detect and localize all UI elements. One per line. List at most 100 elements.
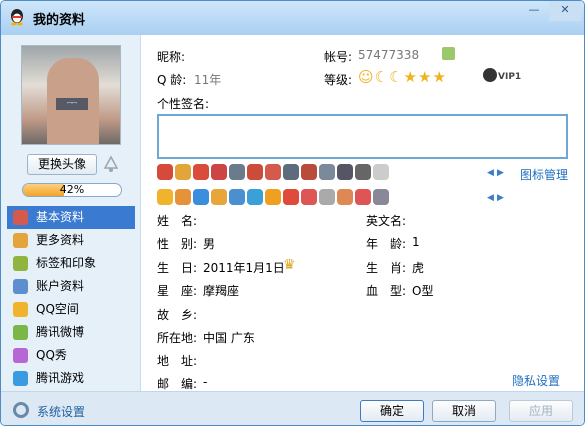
level-label: 等级: [324,73,353,87]
badge-icon[interactable] [373,189,389,205]
badge-icon[interactable] [337,189,353,205]
change-avatar-button[interactable]: 更换头像 [27,154,97,175]
sidebar-item-label: 基本资料 [36,210,85,224]
star-icon: ★ [403,68,418,86]
postcode-label: 邮 编: [157,377,198,391]
icon-manage-link[interactable]: 图标管理 [520,166,568,183]
vip-label: VIP1 [498,72,522,82]
badge-icon[interactable] [301,189,317,205]
side-nav: 基本资料更多资料标签和印象账户资料 QQ空间腾讯微博 QQ秀腾讯游戏 [1,206,141,390]
badge-icon[interactable] [319,189,335,205]
avatar[interactable]: ꟷꟷ [21,45,121,145]
icon-row-2 [157,189,391,207]
badge-icon[interactable] [193,189,209,205]
progress-label: 42% [59,183,85,196]
system-settings-link[interactable]: 系统设置 [37,403,85,420]
address-label: 地 址: [157,354,198,368]
badge-icon[interactable] [175,189,191,205]
badge-icon[interactable] [229,164,245,180]
badge-icon[interactable] [157,189,173,205]
qq-age-value: 11年 [194,73,222,87]
account-icon [13,279,28,294]
icon-prev-arrow[interactable]: ◀ [487,168,494,178]
apply-button[interactable]: 应用 [509,400,573,422]
sidebar-item[interactable]: 更多资料 [1,229,141,252]
window-title: 我的资料 [33,13,86,28]
badge-icon[interactable] [283,164,299,180]
bell-icon[interactable] [101,154,121,174]
icon-next-arrow[interactable]: ▶ [497,193,504,203]
badge-icon[interactable] [319,164,335,180]
ok-button[interactable]: 确定 [360,400,424,422]
badge-icon[interactable] [337,164,353,180]
birthday-value: 2011年1月1日 [203,261,285,275]
sidebar-item[interactable]: 账户资料 [1,275,141,298]
sidebar-item[interactable]: 基本资料 [7,206,135,229]
badge-icon[interactable] [265,189,281,205]
badge-icon[interactable] [211,189,227,205]
gender-label: 性 别: [157,237,198,251]
account-value: 57477338 [358,48,420,62]
badge-icon[interactable] [373,164,389,180]
badge-icon[interactable] [193,164,209,180]
qq-logo-icon [11,9,23,26]
content-area: ꟷꟷ 更换头像 42% 基本资料更多资料标签和印象账户资料 QQ空间腾讯微博 QQ秀… [1,35,584,391]
sidebar-item[interactable]: 腾讯游戏 [1,367,141,390]
birthday-label: 生 日: [157,261,198,275]
sidebar-item-label: 更多资料 [36,233,85,247]
level-icons[interactable]: ☺☾☾★★★ [358,68,447,86]
badge-icon[interactable] [301,164,317,180]
badge-icon[interactable] [283,189,299,205]
sidebar-item[interactable]: 标签和印象 [1,252,141,275]
hometown-label: 故 乡: [157,308,198,322]
edit-icon[interactable] [442,47,455,60]
badge-icon[interactable] [211,164,227,180]
badge-icon[interactable] [355,164,371,180]
sidebar-item-label: 标签和印象 [36,256,97,270]
icon-row-1 [157,164,391,182]
minimize-button[interactable]: — [522,1,546,21]
zodiac-value: 虎 [412,261,425,275]
age-value: 1 [412,235,420,249]
badge-icon[interactable] [175,164,191,180]
badge-icon[interactable] [229,189,245,205]
tag-icon [13,256,28,271]
location-label: 所在地: [157,331,198,345]
zodiac-label: 生 肖: [366,261,407,275]
sidebar-item-label: 账户资料 [36,279,85,293]
badge-icon[interactable] [355,189,371,205]
details-panel: 昵称: 帐号: 57477338 Q 龄: 11年 等级: ☺☾☾★★★ VIP… [142,35,584,391]
signature-input[interactable] [157,114,568,159]
sidebar-item-label: QQ秀 [36,348,67,362]
gear-icon[interactable] [13,402,29,418]
star-icon [13,302,28,317]
badge-icon[interactable] [247,164,263,180]
account-label: 帐号: [324,50,353,64]
title-bar[interactable]: 我的资料 — ✕ [1,1,584,35]
moon-icon: ☾ [389,68,404,86]
badge-icon[interactable] [265,164,281,180]
qq-age-label: Q 龄: [157,73,187,87]
vip-penguin-icon [483,68,497,82]
profile-window: 我的资料 — ✕ ꟷꟷ 更换头像 42% 基本资料更多资料标签和印象账户资料 QQ… [0,0,585,426]
star-icon: ★ [432,68,447,86]
badge-icon[interactable] [247,189,263,205]
sidebar-item[interactable]: QQ秀 [1,344,141,367]
icon-next-arrow[interactable]: ▶ [497,168,504,178]
cancel-button[interactable]: 取消 [432,400,496,422]
constellation-label: 星 座: [157,284,198,298]
profile-completeness-bar: 42% [22,183,122,197]
close-button[interactable]: ✕ [549,1,581,21]
sidebar-item[interactable]: QQ空间 [1,298,141,321]
sidebar-item[interactable]: 腾讯微博 [1,321,141,344]
privacy-settings-link[interactable]: 隐私设置 [512,372,560,389]
moon-icon: ☾ [374,68,390,86]
sidebar-item-label: 腾讯微博 [36,325,85,339]
star-icon: ★ [418,68,433,86]
id-card-icon [13,210,28,225]
sidebar-item-label: QQ空间 [36,302,79,316]
constellation-value: 摩羯座 [203,284,240,298]
badge-icon[interactable] [157,164,173,180]
avatar-tag: ꟷꟷ [56,98,88,110]
icon-prev-arrow[interactable]: ◀ [487,193,494,203]
